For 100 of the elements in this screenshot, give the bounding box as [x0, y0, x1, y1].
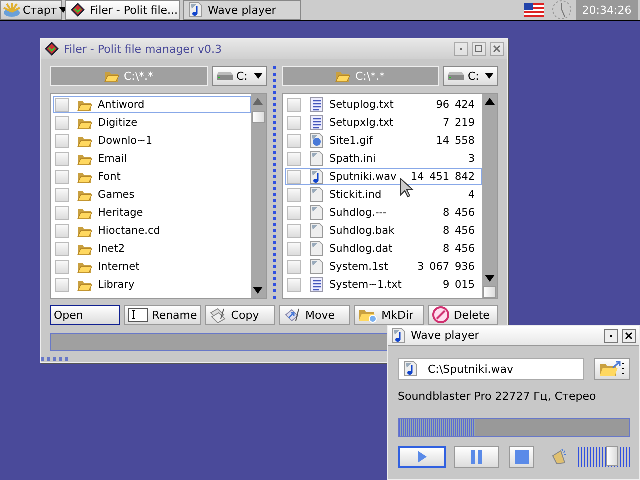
play-button[interactable]: [398, 446, 446, 468]
file-name: Site1.gif: [330, 134, 373, 146]
file-row[interactable]: Internet: [53, 258, 250, 275]
checkbox[interactable]: [55, 206, 69, 220]
scroll-thumb[interactable]: [252, 111, 264, 123]
checkbox[interactable]: [55, 278, 69, 292]
filer-icon: [44, 41, 60, 57]
maximize-icon: [474, 44, 484, 54]
text-file-icon: [308, 276, 324, 292]
open-file-button[interactable]: [594, 358, 630, 380]
file-row[interactable]: Hioctane.cd: [53, 222, 250, 239]
checkbox[interactable]: [286, 98, 300, 112]
checkbox[interactable]: [55, 260, 69, 274]
checkbox[interactable]: [55, 116, 69, 130]
checkbox[interactable]: [55, 152, 69, 166]
file-name: Downlo~1: [98, 134, 153, 146]
checkbox[interactable]: [286, 206, 300, 220]
audio-info: Soundblaster Pro 22727 Гц, Стерео: [398, 390, 598, 405]
file-row[interactable]: Library: [53, 276, 250, 293]
checkbox[interactable]: [286, 116, 300, 130]
file-row[interactable]: Antiword: [53, 96, 250, 113]
file-row[interactable]: Stickit.ind 4: [284, 186, 482, 203]
scroll-down-icon: [253, 287, 263, 294]
caret-icon: [254, 73, 262, 79]
stop-button[interactable]: [509, 446, 534, 468]
file-name: Email: [98, 152, 128, 164]
file-row[interactable]: Suhdlog.dat 8 456: [284, 240, 482, 257]
checkbox[interactable]: [286, 188, 300, 202]
checkbox[interactable]: [286, 152, 300, 166]
drive-dropdown[interactable]: C:: [443, 66, 498, 86]
file-row[interactable]: Email: [53, 150, 250, 167]
scroll-up-icon: [484, 98, 494, 105]
checkbox[interactable]: [286, 134, 300, 148]
resize-grip[interactable]: [41, 357, 71, 361]
pause-button[interactable]: [454, 446, 499, 468]
file-row[interactable]: Heritage: [53, 204, 250, 221]
file-field[interactable]: C:\Sputniki.wav: [398, 358, 584, 380]
file-size: 3 067 936: [418, 260, 476, 272]
file-row[interactable]: Setuplog.txt 96 424: [284, 96, 482, 113]
file-row[interactable]: Suhdlog.bak 8 456: [284, 222, 482, 239]
file-size: 14 451 842: [410, 170, 476, 182]
speaker-icon: [550, 448, 568, 466]
scrollbar[interactable]: [250, 94, 266, 298]
volume-slider[interactable]: [578, 447, 630, 467]
file-row[interactable]: Setupxlg.txt 7 219: [284, 114, 482, 131]
checkbox[interactable]: [286, 260, 300, 274]
file-row[interactable]: Digitize: [53, 114, 250, 131]
file-name: Suhdlog.---: [330, 206, 387, 218]
taskbar-button[interactable]: Filer - Polit file...: [65, 0, 180, 20]
file-row[interactable]: Downlo~1: [53, 132, 250, 149]
checkbox[interactable]: [286, 242, 300, 256]
action-button[interactable]: Open: [50, 305, 120, 325]
file-row[interactable]: System.1st 3 067 936: [284, 258, 482, 275]
checkbox[interactable]: [286, 224, 300, 238]
checkbox[interactable]: [55, 188, 69, 202]
file-name: Internet: [98, 260, 140, 272]
minimize-button[interactable]: [604, 328, 618, 342]
action-button[interactable]: Delete: [428, 305, 498, 325]
start-button[interactable]: Старт: [0, 0, 62, 20]
file-name: Setuplog.txt: [330, 98, 394, 110]
checkbox[interactable]: [55, 170, 69, 184]
file-row[interactable]: System~1.txt 9 015: [284, 276, 482, 293]
scrollbar[interactable]: [482, 94, 497, 298]
close-icon: [492, 44, 502, 54]
checkbox[interactable]: [286, 278, 300, 292]
volume-thumb[interactable]: [606, 446, 618, 466]
file-size: 8 456: [442, 206, 476, 218]
taskbar-button[interactable]: Wave player: [183, 0, 301, 20]
file-row[interactable]: Sputniki.wav 14 451 842: [284, 168, 482, 185]
action-button[interactable]: Move: [279, 305, 350, 325]
caret-icon: [485, 73, 494, 79]
file-name: Stickit.ind: [330, 188, 382, 200]
stop-icon: [514, 450, 528, 464]
checkbox[interactable]: [55, 98, 69, 112]
checkbox[interactable]: [55, 224, 69, 238]
file-row[interactable]: Font: [53, 168, 250, 185]
action-button[interactable]: Rename: [124, 305, 202, 325]
scroll-thumb[interactable]: [483, 286, 496, 298]
close-button[interactable]: [622, 328, 636, 342]
drive-dropdown[interactable]: C:: [212, 66, 266, 86]
text-file-icon: [308, 96, 324, 112]
folder-icon: [104, 69, 120, 83]
file-row[interactable]: Games: [53, 186, 250, 203]
action-button[interactable]: MkDir: [354, 305, 424, 325]
file-size: 9 015: [442, 278, 476, 290]
file-row[interactable]: Spath.ini 3: [284, 150, 482, 167]
checkbox[interactable]: [286, 170, 300, 184]
file-row[interactable]: Inet2: [53, 240, 250, 257]
file-name: Hioctane.cd: [98, 224, 160, 236]
action-button[interactable]: Copy: [205, 305, 276, 325]
file-name: System.1st: [330, 260, 388, 272]
file-name: Antiword: [98, 98, 145, 110]
file-name: Spath.ini: [330, 152, 376, 164]
file-size: 14 558: [436, 134, 476, 146]
file-row[interactable]: Suhdlog.--- 8 456: [284, 204, 482, 221]
file-name: Suhdlog.dat: [330, 242, 393, 254]
file-icon: [308, 150, 324, 166]
checkbox[interactable]: [55, 242, 69, 256]
checkbox[interactable]: [55, 134, 69, 148]
file-row[interactable]: Site1.gif 14 558: [284, 132, 482, 149]
